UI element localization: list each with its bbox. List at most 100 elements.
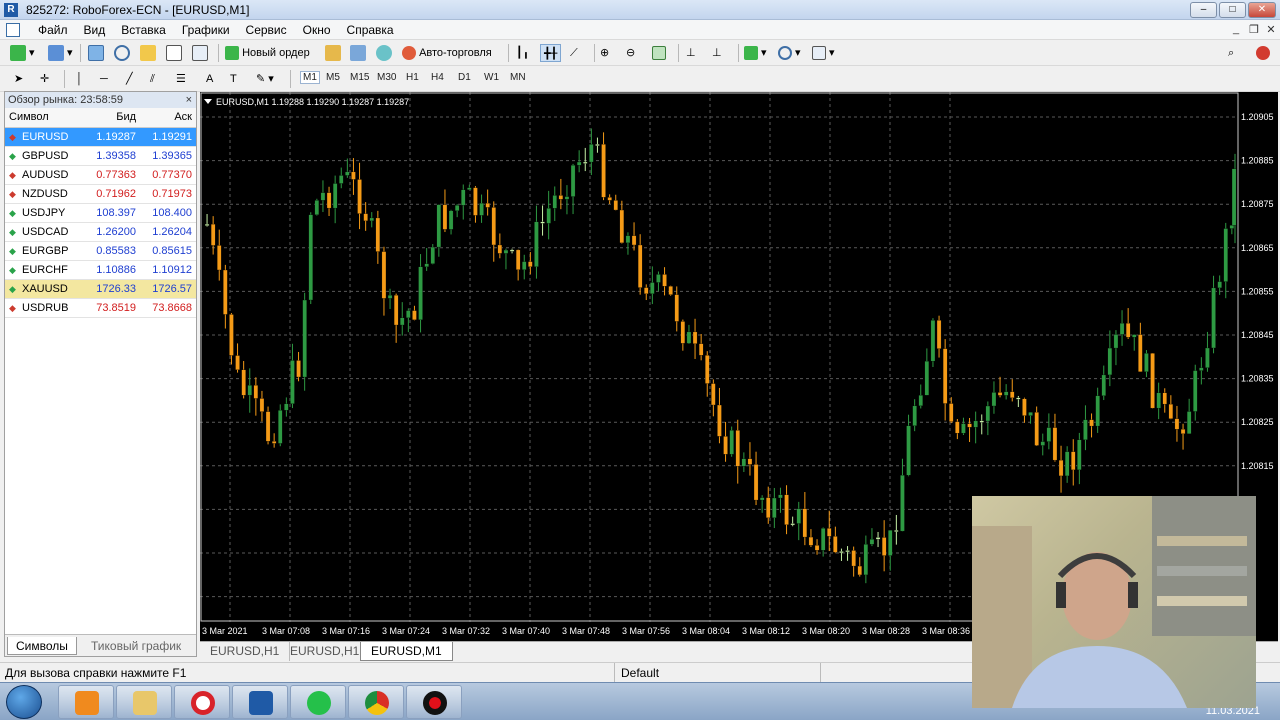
channel-icon[interactable]: ⫽ <box>150 70 155 88</box>
table-row[interactable]: ◆ USDJPY 108.397 108.400 <box>5 203 196 223</box>
menu-item-4[interactable]: Сервис <box>238 23 295 37</box>
table-row[interactable]: ◆ USDCAD 1.26200 1.26204 <box>5 222 196 242</box>
timeframe-w1[interactable]: W1 <box>484 72 499 83</box>
new-chart-button[interactable]: ▾ <box>10 44 35 62</box>
symbol-cell[interactable]: ◆ EURGBP <box>5 241 85 261</box>
search-icon[interactable]: ⌕ <box>1228 44 1234 62</box>
taskbar-opera-icon[interactable] <box>174 685 230 719</box>
timeframe-h1[interactable]: H1 <box>406 72 419 83</box>
tab-tick-chart[interactable]: Тиковый график <box>83 637 189 655</box>
signals-icon[interactable] <box>350 44 366 62</box>
taskbar-explorer-icon[interactable] <box>116 685 172 719</box>
symbol-cell[interactable]: ◆ EURUSD <box>5 127 85 147</box>
bar-chart-icon[interactable]: ┃╻ <box>516 44 529 62</box>
symbol-cell[interactable]: ◆ EURCHF <box>5 260 85 280</box>
menu-item-1[interactable]: Вид <box>76 23 114 37</box>
menu-item-0[interactable]: Файл <box>30 23 76 37</box>
menu-item-3[interactable]: Графики <box>174 23 238 37</box>
taskbar-roboforex-icon[interactable] <box>232 685 288 719</box>
table-row[interactable]: ◆ EURGBP 0.85583 0.85615 <box>5 241 196 261</box>
navigator-icon[interactable] <box>114 44 130 62</box>
start-button-icon[interactable] <box>6 685 42 719</box>
menu-item-6[interactable]: Справка <box>339 23 402 37</box>
chart-document-icon[interactable] <box>6 23 20 37</box>
taskbar-media-player-icon[interactable] <box>58 685 114 719</box>
timeframe-m1[interactable]: M1 <box>300 71 320 84</box>
table-row[interactable]: ◆ EURCHF 1.10886 1.10912 <box>5 260 196 280</box>
symbol-cell[interactable]: ◆ USDJPY <box>5 203 85 223</box>
arrow-up-icon: ◆ <box>9 226 16 237</box>
cursor-icon[interactable]: ➤ <box>14 70 23 88</box>
fibonacci-icon[interactable]: ☰ <box>176 70 186 88</box>
trendline-icon[interactable]: ╱ <box>126 70 133 88</box>
table-row[interactable]: ◆ XAUUSD 1726.33 1726.57 <box>5 279 196 299</box>
mdi-restore-icon[interactable]: ❐ <box>1246 23 1262 36</box>
templates-icon[interactable]: ▾ <box>812 44 835 62</box>
new-order-button[interactable]: Новый ордер <box>225 44 310 62</box>
favorites-icon[interactable] <box>140 44 156 62</box>
symbol-cell[interactable]: ◆ XAUUSD <box>5 279 85 299</box>
metaeditor-icon[interactable] <box>325 44 341 62</box>
auto-trading-button[interactable]: Авто-торговля <box>402 44 492 62</box>
chart-tab-3[interactable]: EURUSD,M1 <box>360 642 453 661</box>
timeframe-mn[interactable]: MN <box>510 72 526 83</box>
candle-body <box>223 269 228 315</box>
notifications-icon[interactable] <box>1256 44 1270 62</box>
table-row[interactable]: ◆ USDRUB 73.8519 73.8668 <box>5 298 196 318</box>
table-row[interactable]: ◆ AUDUSD 0.77363 0.77370 <box>5 165 196 185</box>
profiles-button[interactable]: ▾ <box>48 44 73 62</box>
candlestick-chart-icon[interactable]: ╋╂ <box>540 44 562 62</box>
horizontal-line-icon[interactable]: ─ <box>100 70 108 88</box>
candle-body <box>1095 395 1100 427</box>
label-tool-icon[interactable]: T <box>230 70 237 88</box>
text-tool-icon[interactable]: A <box>206 70 213 88</box>
periods-icon[interactable]: ▾ <box>778 44 801 62</box>
tab-symbols[interactable]: Символы <box>7 637 77 655</box>
line-chart-icon[interactable]: ⟋ <box>570 44 578 62</box>
market-watch-icon[interactable] <box>88 44 104 62</box>
menu-item-2[interactable]: Вставка <box>113 23 174 37</box>
timeframe-m30[interactable]: M30 <box>377 72 396 83</box>
window-minimize-button[interactable]: – <box>1190 2 1217 18</box>
symbol-cell[interactable]: ◆ GBPUSD <box>5 146 85 166</box>
timeframe-m5[interactable]: M5 <box>326 72 340 83</box>
taskbar-chrome-icon[interactable] <box>348 685 404 719</box>
menu-item-5[interactable]: Окно <box>295 23 339 37</box>
tile-windows-icon[interactable] <box>652 44 666 62</box>
timeframe-m15[interactable]: M15 <box>350 72 369 83</box>
shapes-icon[interactable]: ✎ ▾ <box>256 70 274 88</box>
zoom-out-icon[interactable]: ⊖ <box>626 44 635 62</box>
zoom-in-icon[interactable]: ⊕ <box>600 44 609 62</box>
market-watch-close-icon[interactable]: × <box>186 92 192 108</box>
candle-body <box>363 213 368 222</box>
column-ask[interactable]: Аск <box>140 108 196 128</box>
auto-scroll-icon[interactable]: ⊥ <box>712 44 722 62</box>
indicators-icon[interactable]: ▾ <box>744 44 767 62</box>
timeframe-h4[interactable]: H4 <box>431 72 444 83</box>
table-row[interactable]: ◆ NZDUSD 0.71962 0.71973 <box>5 184 196 204</box>
chart-tab-2[interactable]: EURUSD,H1 <box>280 642 371 661</box>
chart-tab-1[interactable]: EURUSD,H1 <box>200 642 291 661</box>
mdi-close-icon[interactable]: ✕ <box>1263 23 1279 36</box>
candle-body <box>662 274 667 287</box>
symbol-cell[interactable]: ◆ USDCAD <box>5 222 85 242</box>
market-icon[interactable] <box>376 44 392 62</box>
taskbar-whatsapp-icon[interactable] <box>290 685 346 719</box>
column-bid[interactable]: Бид <box>84 108 141 128</box>
symbol-cell[interactable]: ◆ AUDUSD <box>5 165 85 185</box>
window-close-button[interactable]: ✕ <box>1248 2 1276 18</box>
chart-shift-icon[interactable]: ⊥ <box>686 44 696 62</box>
table-row[interactable]: ◆ GBPUSD 1.39358 1.39365 <box>5 146 196 166</box>
table-row[interactable]: ◆ EURUSD 1.19287 1.19291 <box>5 127 196 147</box>
taskbar-recorder-icon[interactable] <box>406 685 462 719</box>
timeframe-d1[interactable]: D1 <box>458 72 471 83</box>
crosshair-icon[interactable]: ✛ <box>40 70 49 88</box>
mdi-minimize-icon[interactable]: _ <box>1228 23 1244 35</box>
vertical-line-icon[interactable]: │ <box>76 70 83 88</box>
symbol-cell[interactable]: ◆ NZDUSD <box>5 184 85 204</box>
terminal-icon[interactable] <box>166 44 182 62</box>
window-maximize-button[interactable]: □ <box>1219 2 1246 18</box>
column-symbol[interactable]: Символ <box>5 108 85 128</box>
symbol-cell[interactable]: ◆ USDRUB <box>5 298 85 318</box>
strategy-tester-icon[interactable] <box>192 44 208 62</box>
